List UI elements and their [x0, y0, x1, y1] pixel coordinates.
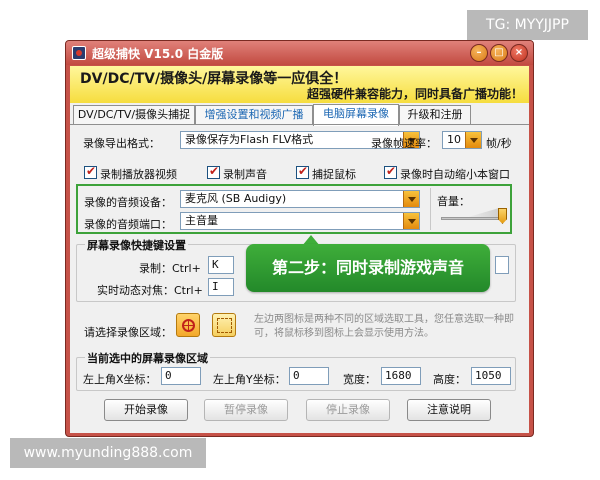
checkbox-record-player-video[interactable]: ✔: [84, 164, 97, 179]
realtime-focus-input[interactable]: I: [208, 278, 234, 296]
checkbox-record-sound[interactable]: ✔: [207, 164, 220, 179]
check-icon: ✔: [86, 164, 97, 178]
tab-divider: [70, 124, 529, 125]
volume-panel: 音量：: [430, 188, 509, 230]
tab-enhanced-settings[interactable]: 增强设置和视频广播: [195, 105, 313, 125]
app-icon: [72, 46, 86, 60]
crosshair-select-button[interactable]: [176, 313, 200, 337]
check-icon: ✔: [298, 164, 309, 178]
frame-rate-unit: 帧/秒: [486, 137, 512, 150]
chevron-down-icon[interactable]: [403, 191, 419, 207]
watermark-bottom-left: www.myunding888.com: [10, 438, 206, 468]
checkbox-label-record-player-video: 录制播放器视频: [100, 168, 177, 181]
current-area-group: 当前选中的屏幕录像区域 左上角X坐标： 0 左上角Y坐标： 0 宽度： 1680…: [76, 350, 516, 391]
checkbox-capture-mouse[interactable]: ✔: [296, 164, 309, 179]
stop-recording-button[interactable]: 停止录像: [306, 399, 390, 421]
volume-slider-thumb[interactable]: [498, 208, 507, 224]
checkbox-label-capture-mouse: 捕捉鼠标: [312, 168, 356, 181]
current-area-title: 当前选中的屏幕录像区域: [85, 350, 210, 366]
audio-device-label: 录像的音频设备：: [84, 196, 172, 209]
checkbox-auto-minimize[interactable]: ✔: [384, 164, 397, 179]
height-input[interactable]: 1050: [471, 367, 511, 385]
area-select-description: 左边两图标是两种不同的区域选取工具，您任意选取一种即可，将鼠标移到图标上会显示使…: [254, 314, 514, 339]
frame-rate-value: 10: [447, 133, 461, 146]
export-format-label-text: 录像导出格式：: [83, 137, 160, 150]
checkbox-label-record-sound: 录制声音: [223, 168, 267, 181]
tab-upgrade-register[interactable]: 升级和注册: [399, 105, 471, 125]
maximize-button[interactable]: □: [490, 44, 508, 62]
crosshair-icon: [182, 319, 195, 332]
frame-rate-select[interactable]: 10: [442, 131, 482, 149]
record-hotkey-input[interactable]: K: [208, 256, 234, 274]
audio-device-value: 麦克风 (SB Audigy): [185, 192, 287, 205]
pause-recording-button[interactable]: 暂停录像: [204, 399, 288, 421]
y-coord-label: 左上角Y坐标：: [213, 373, 286, 386]
realtime-focus-label: 实时动态对焦：Ctrl+: [97, 284, 203, 297]
audio-port-select[interactable]: 主音量: [180, 212, 420, 230]
volume-slider-track[interactable]: [441, 217, 503, 220]
audio-port-value: 主音量: [185, 214, 218, 227]
close-button[interactable]: ×: [510, 44, 528, 62]
audio-port-label: 录像的音频端口：: [84, 218, 172, 231]
title-bar[interactable]: 超级捕快 V15.0 白金版 – □ ×: [66, 41, 533, 65]
width-label: 宽度：: [343, 373, 376, 386]
y-coord-input[interactable]: 0: [289, 367, 329, 385]
chevron-down-icon[interactable]: [465, 132, 481, 148]
minimize-button[interactable]: –: [470, 44, 488, 62]
chevron-down-icon[interactable]: [403, 213, 419, 229]
app-window: 超级捕快 V15.0 白金版 – □ × DV/DC/TV/摄像头/屏幕录像等一…: [65, 40, 534, 437]
height-label: 高度：: [433, 373, 466, 386]
checkbox-label-auto-minimize: 录像时自动缩小本窗口: [400, 168, 510, 181]
promo-banner: DV/DC/TV/摄像头/屏幕录像等一应俱全！ 超强硬件兼容能力，同时具备广播功…: [70, 66, 529, 103]
audio-settings-highlight: 录像的音频设备： 麦克风 (SB Audigy) 录像的音频端口： 主音量 音量…: [76, 184, 512, 234]
area-select-label: 请选择录像区域：: [84, 326, 172, 339]
x-coord-label: 左上角X坐标：: [83, 373, 157, 386]
hotkey-group-title: 屏幕录像快捷键设置: [85, 237, 188, 253]
start-recording-button[interactable]: 开始录像: [104, 399, 188, 421]
banner-line-2: 超强硬件兼容能力，同时具备广播功能！: [306, 87, 523, 101]
window-title: 超级捕快 V15.0 白金版: [92, 47, 224, 61]
record-hotkey-label: 录制：Ctrl+: [139, 262, 201, 275]
rect-select-button[interactable]: [212, 313, 236, 337]
watermark-top-right: TG: MYYJJPP: [467, 10, 588, 40]
check-icon: ✔: [386, 164, 397, 178]
hotkey-extra-input[interactable]: [495, 256, 509, 274]
width-input[interactable]: 1680: [381, 367, 421, 385]
help-notes-button[interactable]: 注意说明: [407, 399, 491, 421]
volume-label: 音量：: [437, 195, 470, 208]
dashed-rect-icon: [217, 318, 232, 333]
step-callout: 第二步：同时录制游戏声音: [246, 244, 490, 292]
x-coord-input[interactable]: 0: [161, 367, 201, 385]
audio-device-select[interactable]: 麦克风 (SB Audigy): [180, 190, 420, 208]
frame-rate-label: 录像帧速率：: [371, 137, 437, 150]
tab-screen-recording[interactable]: 电脑屏幕录像: [313, 104, 399, 126]
check-icon: ✔: [209, 164, 220, 178]
export-format-value: 录像保存为Flash FLV格式: [185, 133, 314, 146]
tab-dv-capture[interactable]: DV/DC/TV/摄像头捕捉: [73, 105, 195, 125]
